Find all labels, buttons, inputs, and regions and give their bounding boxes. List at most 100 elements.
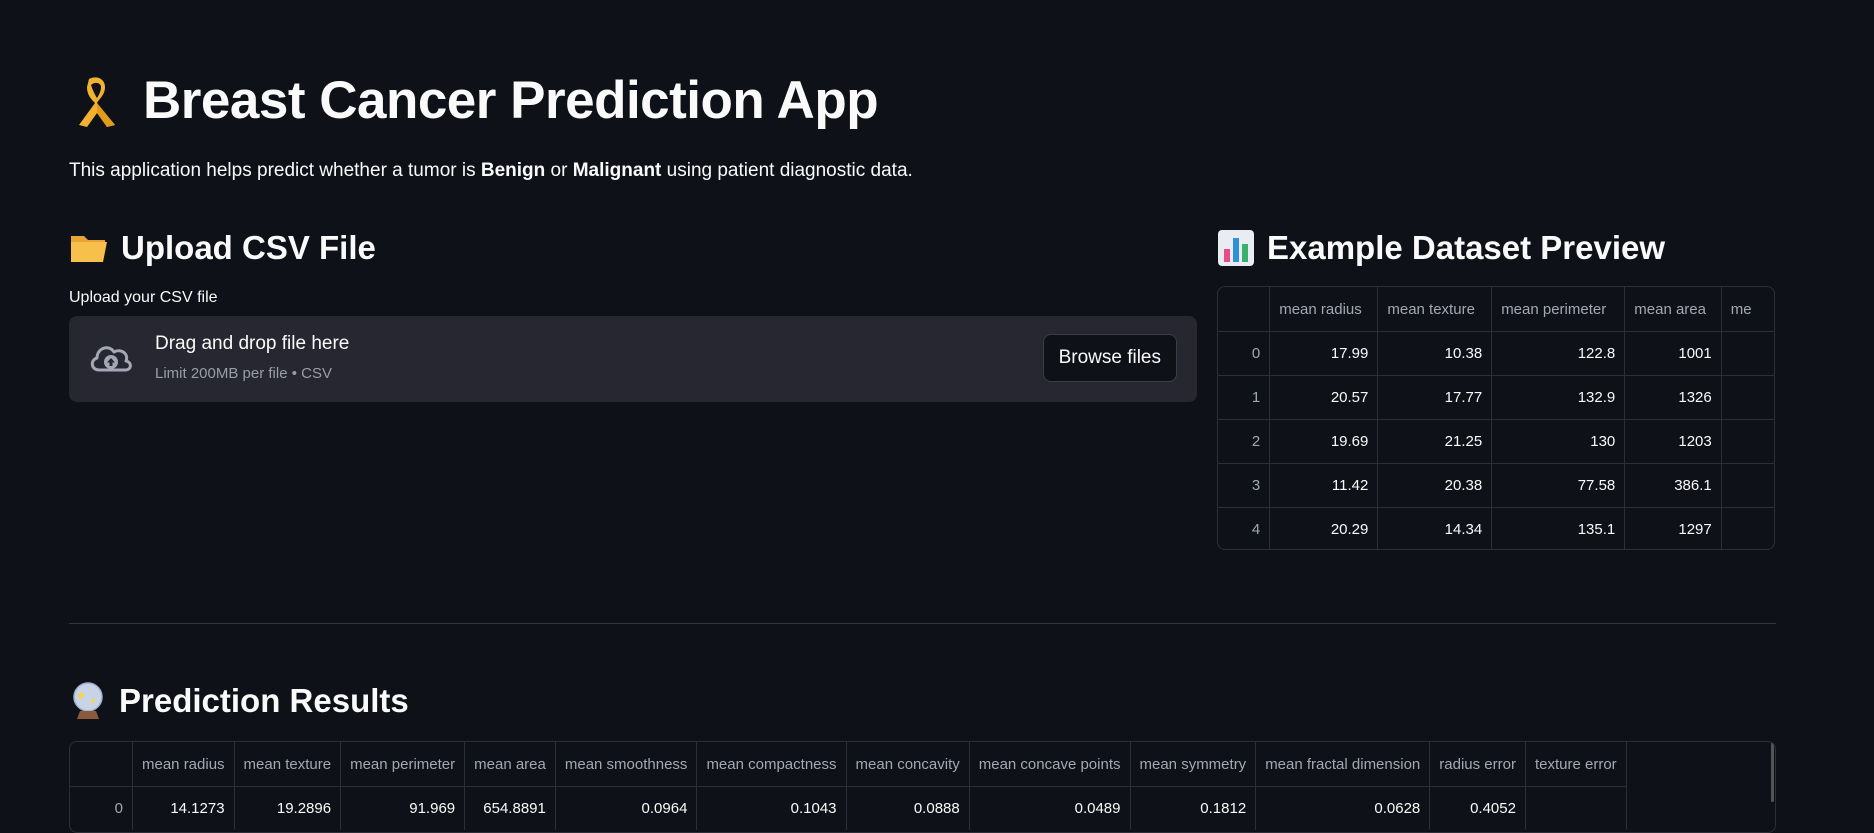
title-text: Breast Cancer Prediction App <box>143 71 879 130</box>
table-cell[interactable]: 654.8891 <box>464 786 556 830</box>
column-header[interactable]: mean concave points <box>969 742 1131 787</box>
column-header-index[interactable] <box>70 742 133 787</box>
column-header-index[interactable] <box>1218 287 1271 332</box>
browse-files-button[interactable]: Browse files <box>1042 334 1177 382</box>
table-cell[interactable] <box>1525 786 1627 830</box>
table-cell[interactable]: 0.0964 <box>555 786 698 830</box>
table-row: 0 17.99 10.38 122.8 1001 <box>1218 331 1774 376</box>
intro-suffix: using patient diagnostic data. <box>661 160 913 181</box>
table-cell[interactable] <box>1721 508 1774 550</box>
table-cell[interactable]: 21.25 <box>1377 419 1493 464</box>
preview-header-row: mean radius mean texture mean perimeter … <box>1218 287 1774 332</box>
upload-label: Upload your CSV file <box>69 289 218 306</box>
column-header[interactable]: mean area <box>464 742 556 787</box>
table-cell[interactable] <box>1721 331 1774 376</box>
table-cell[interactable]: 19.69 <box>1269 419 1379 464</box>
column-header[interactable]: mean perimeter <box>1491 287 1626 332</box>
column-header[interactable]: mean perimeter <box>340 742 466 787</box>
column-header[interactable]: mean smoothness <box>555 742 698 787</box>
results-scrollbar[interactable] <box>1771 742 1774 802</box>
results-dataframe[interactable]: mean radius mean texture mean perimeter … <box>69 741 1776 833</box>
column-header[interactable]: mean fractal dimension <box>1255 742 1431 787</box>
intro-text: This application helps predict whether a… <box>69 160 913 182</box>
table-cell[interactable]: 0.0888 <box>846 786 970 830</box>
column-header[interactable]: radius error <box>1429 742 1526 787</box>
preview-dataframe[interactable]: mean radius mean texture mean perimeter … <box>1217 286 1775 550</box>
row-index: 3 <box>1218 463 1271 508</box>
crystal-ball-icon <box>73 682 103 719</box>
table-cell[interactable]: 91.969 <box>340 786 466 830</box>
results-heading: Prediction Results <box>69 673 409 729</box>
row-index: 4 <box>1218 507 1271 549</box>
row-index: 0 <box>1218 331 1271 376</box>
table-cell[interactable]: 0.1043 <box>696 786 847 830</box>
table-cell[interactable]: 0.0489 <box>969 786 1131 830</box>
column-header[interactable]: mean texture <box>1377 287 1493 332</box>
table-cell[interactable]: 19.2896 <box>234 786 342 830</box>
bar-chart-icon <box>1218 230 1254 266</box>
table-cell[interactable]: 1203 <box>1624 419 1722 464</box>
ribbon-icon <box>79 76 115 127</box>
column-header[interactable]: mean symmetry <box>1130 742 1257 787</box>
table-cell[interactable]: 20.29 <box>1269 507 1379 549</box>
table-cell[interactable]: 20.57 <box>1269 375 1379 420</box>
table-cell[interactable]: 14.1273 <box>132 786 235 830</box>
table-cell[interactable]: 130 <box>1491 419 1626 464</box>
intro-or: or <box>545 160 573 181</box>
table-cell[interactable]: 10.38 <box>1377 331 1493 376</box>
dropzone-title: Drag and drop file here <box>155 333 350 354</box>
column-header[interactable]: mean texture <box>234 742 342 787</box>
table-cell[interactable]: 135.1 <box>1491 507 1626 549</box>
folder-icon <box>71 236 107 262</box>
table-cell[interactable]: 20.38 <box>1377 463 1493 508</box>
row-index: 2 <box>1218 419 1271 464</box>
table-row: 0 14.1273 19.2896 91.969 654.8891 0.0964… <box>70 786 1627 830</box>
table-row: 4 20.29 14.34 135.1 1297 <box>1218 507 1774 550</box>
preview-heading: Example Dataset Preview <box>1217 220 1775 276</box>
table-cell[interactable]: 0.1812 <box>1130 786 1257 830</box>
table-cell[interactable] <box>1721 375 1774 420</box>
page-title: Breast Cancer Prediction App <box>69 70 879 131</box>
file-dropzone[interactable]: Drag and drop file here Limit 200MB per … <box>69 316 1197 402</box>
upload-section: Upload CSV File Upload your CSV file Dra… <box>69 220 1197 402</box>
row-index: 0 <box>70 786 133 830</box>
upload-heading: Upload CSV File <box>69 220 1197 276</box>
table-cell[interactable]: 386.1 <box>1624 463 1722 508</box>
row-index: 1 <box>1218 375 1271 420</box>
column-header[interactable]: mean compactness <box>696 742 847 787</box>
table-cell[interactable] <box>1721 463 1774 508</box>
table-cell[interactable]: 17.77 <box>1377 375 1493 420</box>
table-cell[interactable]: 1326 <box>1624 375 1722 420</box>
table-row: 3 11.42 20.38 77.58 386.1 <box>1218 463 1774 508</box>
table-cell[interactable] <box>1721 419 1774 464</box>
column-header[interactable]: me <box>1721 287 1774 332</box>
preview-heading-text: Example Dataset Preview <box>1267 229 1666 266</box>
table-cell[interactable]: 0.0628 <box>1255 786 1431 830</box>
intro-prefix: This application helps predict whether a… <box>69 160 481 181</box>
column-header[interactable]: mean radius <box>1269 287 1379 332</box>
intro-benign: Benign <box>480 160 546 181</box>
upload-heading-text: Upload CSV File <box>121 229 376 266</box>
table-row: 2 19.69 21.25 130 1203 <box>1218 419 1774 464</box>
column-header[interactable]: texture error <box>1525 742 1627 787</box>
table-cell[interactable]: 1001 <box>1624 331 1722 376</box>
results-header-row: mean radius mean texture mean perimeter … <box>70 742 1627 787</box>
table-cell[interactable]: 132.9 <box>1491 375 1626 420</box>
table-cell[interactable]: 122.8 <box>1491 331 1626 376</box>
table-row: 1 20.57 17.77 132.9 1326 <box>1218 375 1774 420</box>
column-header[interactable]: mean concavity <box>846 742 970 787</box>
column-header[interactable]: mean area <box>1624 287 1722 332</box>
cloud-upload-icon <box>90 346 132 372</box>
section-divider <box>69 623 1776 624</box>
results-heading-text: Prediction Results <box>119 682 409 719</box>
intro-malignant: Malignant <box>572 160 662 181</box>
table-cell[interactable]: 11.42 <box>1269 463 1379 508</box>
table-cell[interactable]: 17.99 <box>1269 331 1379 376</box>
table-cell[interactable]: 1297 <box>1624 507 1722 549</box>
dropzone-limit: Limit 200MB per file • CSV <box>155 365 332 382</box>
table-cell[interactable]: 77.58 <box>1491 463 1626 508</box>
table-cell[interactable]: 0.4052 <box>1429 786 1526 830</box>
table-cell[interactable]: 14.34 <box>1377 507 1493 549</box>
preview-section: Example Dataset Preview mean radius mean… <box>1217 220 1775 550</box>
column-header[interactable]: mean radius <box>132 742 235 787</box>
